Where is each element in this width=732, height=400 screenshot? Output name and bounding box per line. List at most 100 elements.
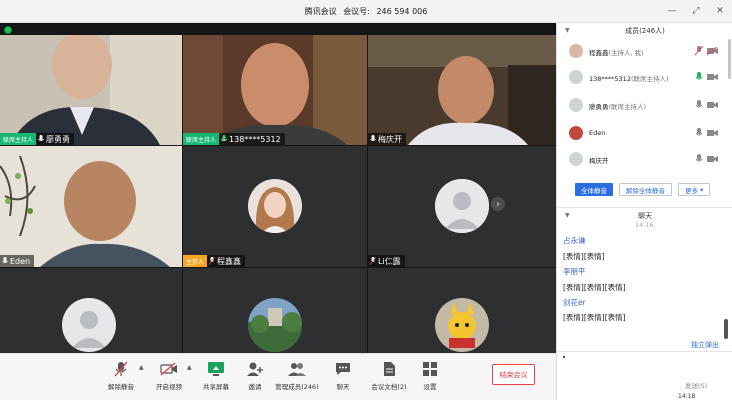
member-row[interactable]: 138****5312(联席主持人): [557, 67, 725, 89]
participant-name: Li仁露: [378, 256, 401, 266]
mic-icon[interactable]: [695, 154, 703, 164]
avatar: [569, 44, 583, 58]
settings-button[interactable]: 设置: [408, 360, 452, 391]
end-meeting-button[interactable]: 结束会议: [492, 364, 535, 385]
participant-avatar: [248, 298, 302, 352]
member-row[interactable]: 廖勇勇(联席主持人): [557, 95, 725, 117]
meeting-toolbar: 解除静音 ▲ 开启视频 ▲ 共享屏幕 邀请 管理成员(246) 聊天 会议文档(…: [0, 353, 556, 400]
participant-video: [368, 35, 556, 145]
mic-muted-icon: [112, 360, 130, 378]
member-name: Eden: [589, 129, 606, 137]
mic-active-icon[interactable]: [695, 72, 703, 82]
member-row[interactable]: Eden: [557, 123, 725, 145]
chat-message: [表情][表情]: [563, 252, 605, 261]
member-name: 138****5312: [589, 75, 631, 83]
participant-video: [0, 35, 182, 145]
apps-grid-icon: [421, 360, 439, 378]
video-tile-liaoyongyong[interactable]: 联席主持人 廖勇勇: [0, 35, 182, 145]
participant-name: Eden: [10, 256, 31, 266]
member-row[interactable]: 程鑫鑫(主持人, 我): [557, 41, 725, 63]
mic-icon: [38, 135, 44, 142]
camera-icon[interactable]: [707, 155, 718, 163]
member-actions: 全体静音 解除全体静音 更多 ▾: [575, 183, 711, 196]
member-role: (联席主持人): [630, 75, 669, 83]
audio-options-caret-icon[interactable]: ▲: [139, 364, 144, 371]
next-page-arrow-icon[interactable]: ›: [491, 197, 505, 211]
mic-muted-icon[interactable]: [695, 46, 703, 56]
more-button[interactable]: 更多 ▾: [678, 183, 711, 196]
share-screen-icon: [207, 360, 225, 378]
camera-icon[interactable]: [707, 129, 718, 137]
participant-name: 廖勇勇: [46, 134, 71, 144]
video-tile[interactable]: [183, 268, 367, 353]
participant-name: 138****5312: [229, 134, 281, 144]
more-label: 更多: [685, 186, 698, 195]
settings-label: 设置: [423, 383, 437, 391]
share-screen-label: 共享屏幕: [203, 383, 229, 391]
mic-muted-icon: [209, 257, 216, 265]
members-icon: [288, 360, 306, 378]
video-options-caret-icon[interactable]: ▲: [187, 364, 192, 371]
unmute-all-button[interactable]: 解除全体静音: [619, 183, 672, 196]
collapse-caret-icon[interactable]: ▼: [565, 209, 570, 223]
start-video-label: 开启视频: [156, 383, 182, 391]
video-tile[interactable]: [0, 268, 182, 353]
popout-chat-link[interactable]: 独立弹出: [691, 340, 719, 350]
documents-button[interactable]: 会议文档(2): [367, 360, 411, 391]
mic-icon: [370, 135, 376, 142]
mic-icon[interactable]: [695, 100, 703, 110]
fullscreen-icon[interactable]: ⤢: [690, 5, 702, 17]
video-tile-138[interactable]: 联席主持人 138****5312: [183, 35, 367, 145]
default-avatar-icon: [569, 152, 583, 166]
chat-scrollbar[interactable]: [724, 319, 728, 339]
unmute-button[interactable]: 解除静音: [99, 360, 143, 391]
share-screen-button[interactable]: 共享屏幕: [194, 360, 238, 391]
manage-members-label: 管理成员(246): [275, 383, 319, 391]
default-avatar-icon: [569, 70, 583, 84]
unmute-label: 解除静音: [108, 383, 134, 391]
video-tile-meiqingkai[interactable]: 梅庆开: [368, 35, 556, 145]
documents-label: 会议文档(2): [371, 383, 407, 391]
invite-button[interactable]: 邀请: [233, 360, 277, 391]
members-header[interactable]: ▼ 成员(246人): [557, 23, 732, 39]
send-button[interactable]: 发送(S): [685, 380, 707, 390]
title-bar: 腾讯会议 会议号: 246 594 006 — ⤢ ✕: [0, 0, 732, 23]
panel-divider: [557, 207, 732, 208]
chat-button[interactable]: 聊天: [321, 360, 365, 391]
close-icon[interactable]: ✕: [714, 5, 726, 17]
participant-name: 梅庆开: [378, 134, 402, 144]
mute-all-button[interactable]: 全体静音: [575, 183, 613, 196]
start-video-button[interactable]: 开启视频: [147, 360, 191, 391]
participant-video: [0, 146, 182, 267]
collapse-caret-icon[interactable]: ▼: [565, 23, 570, 39]
tile-label: 联席主持人 138****5312: [183, 133, 285, 145]
camera-off-icon[interactable]: [707, 47, 718, 55]
chat-input[interactable]: [563, 356, 565, 358]
meeting-id-label: 会议号:: [343, 7, 370, 16]
camera-off-icon: [160, 360, 178, 378]
mic-icon[interactable]: [695, 128, 703, 138]
tile-label: Li仁露: [368, 255, 405, 267]
default-avatar-icon: [435, 179, 489, 233]
meeting-id[interactable]: 246 594 006: [376, 7, 427, 16]
video-tile-eden[interactable]: Eden: [0, 146, 182, 267]
participant-avatar: [435, 298, 489, 352]
chat-sender: 剑花er: [563, 298, 586, 307]
members-scrollbar[interactable]: [728, 39, 731, 79]
camera-icon[interactable]: [707, 101, 718, 109]
chat-sender: 占永谦: [563, 236, 586, 245]
video-tile-chengxinxin[interactable]: 主持人 程鑫鑫: [183, 146, 367, 267]
meeting-window: 腾讯会议 会议号: 246 594 006 — ⤢ ✕ 联席主持人 廖勇勇 联席…: [0, 0, 732, 400]
chat-message: [表情][表情][表情]: [563, 283, 626, 292]
video-tile[interactable]: [368, 268, 556, 353]
app-name: 腾讯会议: [304, 7, 337, 16]
participant-video: [183, 35, 367, 145]
manage-members-button[interactable]: 管理成员(246): [275, 360, 319, 391]
camera-icon[interactable]: [707, 73, 718, 81]
participant-avatar: [248, 179, 302, 233]
member-row[interactable]: 梅庆开: [557, 149, 725, 171]
chat-divider: [557, 351, 732, 352]
meeting-info-icon[interactable]: [4, 26, 12, 34]
video-tile-lirenlu[interactable]: Li仁露: [368, 146, 556, 267]
minimize-icon[interactable]: —: [666, 5, 678, 17]
